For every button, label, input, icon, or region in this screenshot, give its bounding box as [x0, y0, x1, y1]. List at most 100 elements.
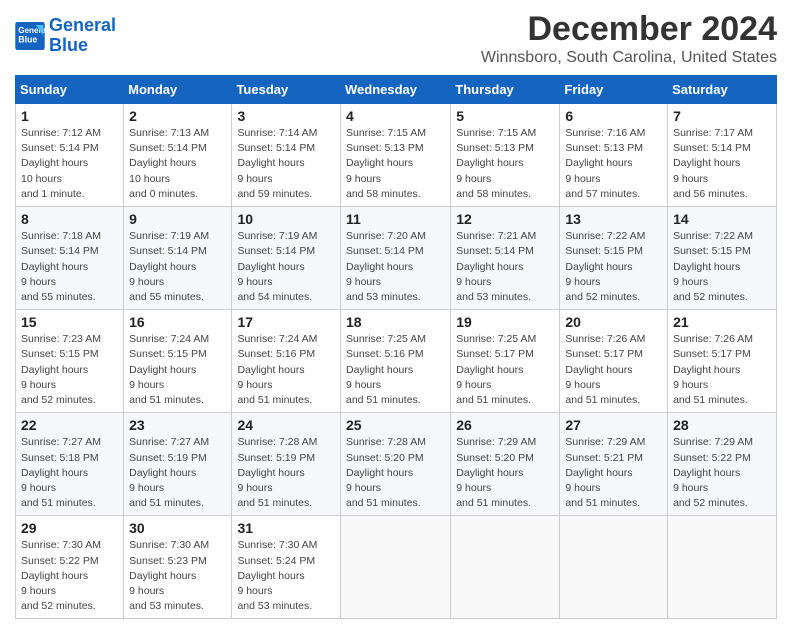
calendar-cell: 3 Sunrise: 7:14 AM Sunset: 5:14 PM Dayli…	[232, 104, 341, 207]
calendar-cell: 20 Sunrise: 7:26 AM Sunset: 5:17 PM Dayl…	[560, 310, 668, 413]
calendar-week-row: 29 Sunrise: 7:30 AM Sunset: 5:22 PM Dayl…	[16, 516, 777, 619]
day-info: Sunrise: 7:30 AM Sunset: 5:24 PM Dayligh…	[237, 538, 335, 614]
calendar-cell: 27 Sunrise: 7:29 AM Sunset: 5:21 PM Dayl…	[560, 413, 668, 516]
calendar-cell: 5 Sunrise: 7:15 AM Sunset: 5:13 PM Dayli…	[451, 104, 560, 207]
col-sunday: Sunday	[16, 76, 124, 104]
calendar-week-row: 15 Sunrise: 7:23 AM Sunset: 5:15 PM Dayl…	[16, 310, 777, 413]
day-number: 15	[21, 314, 118, 330]
calendar-cell: 18 Sunrise: 7:25 AM Sunset: 5:16 PM Dayl…	[341, 310, 451, 413]
day-number: 11	[346, 211, 445, 227]
day-number: 16	[129, 314, 226, 330]
calendar-cell: 28 Sunrise: 7:29 AM Sunset: 5:22 PM Dayl…	[668, 413, 777, 516]
col-wednesday: Wednesday	[341, 76, 451, 104]
day-number: 9	[129, 211, 226, 227]
day-number: 25	[346, 417, 445, 433]
calendar-cell	[451, 516, 560, 619]
day-number: 3	[237, 108, 335, 124]
day-number: 19	[456, 314, 554, 330]
day-info: Sunrise: 7:25 AM Sunset: 5:17 PM Dayligh…	[456, 332, 554, 408]
day-number: 18	[346, 314, 445, 330]
day-info: Sunrise: 7:23 AM Sunset: 5:15 PM Dayligh…	[21, 332, 118, 408]
day-info: Sunrise: 7:19 AM Sunset: 5:14 PM Dayligh…	[237, 229, 335, 305]
day-info: Sunrise: 7:14 AM Sunset: 5:14 PM Dayligh…	[237, 126, 335, 202]
calendar-cell: 22 Sunrise: 7:27 AM Sunset: 5:18 PM Dayl…	[16, 413, 124, 516]
day-number: 13	[565, 211, 662, 227]
day-info: Sunrise: 7:26 AM Sunset: 5:17 PM Dayligh…	[673, 332, 771, 408]
day-number: 10	[237, 211, 335, 227]
day-info: Sunrise: 7:30 AM Sunset: 5:22 PM Dayligh…	[21, 538, 118, 614]
day-number: 28	[673, 417, 771, 433]
calendar-week-row: 22 Sunrise: 7:27 AM Sunset: 5:18 PM Dayl…	[16, 413, 777, 516]
day-info: Sunrise: 7:29 AM Sunset: 5:20 PM Dayligh…	[456, 435, 554, 511]
calendar-week-row: 1 Sunrise: 7:12 AM Sunset: 5:14 PM Dayli…	[16, 104, 777, 207]
day-info: Sunrise: 7:26 AM Sunset: 5:17 PM Dayligh…	[565, 332, 662, 408]
day-number: 23	[129, 417, 226, 433]
calendar-cell: 9 Sunrise: 7:19 AM Sunset: 5:14 PM Dayli…	[124, 207, 232, 310]
logo-name: GeneralBlue	[49, 16, 116, 56]
day-number: 2	[129, 108, 226, 124]
calendar-cell: 8 Sunrise: 7:18 AM Sunset: 5:14 PM Dayli…	[16, 207, 124, 310]
day-number: 24	[237, 417, 335, 433]
col-monday: Monday	[124, 76, 232, 104]
calendar-cell: 11 Sunrise: 7:20 AM Sunset: 5:14 PM Dayl…	[341, 207, 451, 310]
day-number: 6	[565, 108, 662, 124]
day-number: 22	[21, 417, 118, 433]
day-info: Sunrise: 7:28 AM Sunset: 5:20 PM Dayligh…	[346, 435, 445, 511]
day-info: Sunrise: 7:12 AM Sunset: 5:14 PM Dayligh…	[21, 126, 118, 202]
svg-text:Blue: Blue	[18, 34, 37, 44]
day-number: 14	[673, 211, 771, 227]
calendar-cell: 14 Sunrise: 7:22 AM Sunset: 5:15 PM Dayl…	[668, 207, 777, 310]
day-info: Sunrise: 7:19 AM Sunset: 5:14 PM Dayligh…	[129, 229, 226, 305]
calendar-cell: 12 Sunrise: 7:21 AM Sunset: 5:14 PM Dayl…	[451, 207, 560, 310]
calendar-cell: 29 Sunrise: 7:30 AM Sunset: 5:22 PM Dayl…	[16, 516, 124, 619]
calendar-cell: 19 Sunrise: 7:25 AM Sunset: 5:17 PM Dayl…	[451, 310, 560, 413]
calendar-cell: 25 Sunrise: 7:28 AM Sunset: 5:20 PM Dayl…	[341, 413, 451, 516]
calendar-cell	[560, 516, 668, 619]
day-info: Sunrise: 7:17 AM Sunset: 5:14 PM Dayligh…	[673, 126, 771, 202]
calendar-cell: 16 Sunrise: 7:24 AM Sunset: 5:15 PM Dayl…	[124, 310, 232, 413]
day-number: 1	[21, 108, 118, 124]
calendar-cell: 30 Sunrise: 7:30 AM Sunset: 5:23 PM Dayl…	[124, 516, 232, 619]
day-info: Sunrise: 7:27 AM Sunset: 5:19 PM Dayligh…	[129, 435, 226, 511]
day-number: 8	[21, 211, 118, 227]
header: General Blue GeneralBlue December 2024 W…	[15, 10, 777, 67]
day-number: 31	[237, 520, 335, 536]
day-number: 29	[21, 520, 118, 536]
day-number: 30	[129, 520, 226, 536]
calendar-cell	[341, 516, 451, 619]
day-number: 4	[346, 108, 445, 124]
day-number: 26	[456, 417, 554, 433]
day-info: Sunrise: 7:27 AM Sunset: 5:18 PM Dayligh…	[21, 435, 118, 511]
day-info: Sunrise: 7:21 AM Sunset: 5:14 PM Dayligh…	[456, 229, 554, 305]
calendar-cell: 26 Sunrise: 7:29 AM Sunset: 5:20 PM Dayl…	[451, 413, 560, 516]
day-info: Sunrise: 7:22 AM Sunset: 5:15 PM Dayligh…	[565, 229, 662, 305]
calendar-cell: 7 Sunrise: 7:17 AM Sunset: 5:14 PM Dayli…	[668, 104, 777, 207]
calendar-cell: 2 Sunrise: 7:13 AM Sunset: 5:14 PM Dayli…	[124, 104, 232, 207]
day-info: Sunrise: 7:24 AM Sunset: 5:16 PM Dayligh…	[237, 332, 335, 408]
col-saturday: Saturday	[668, 76, 777, 104]
day-info: Sunrise: 7:28 AM Sunset: 5:19 PM Dayligh…	[237, 435, 335, 511]
day-number: 27	[565, 417, 662, 433]
day-number: 12	[456, 211, 554, 227]
col-tuesday: Tuesday	[232, 76, 341, 104]
title-area: December 2024 Winnsboro, South Carolina,…	[481, 10, 777, 67]
day-info: Sunrise: 7:22 AM Sunset: 5:15 PM Dayligh…	[673, 229, 771, 305]
calendar-cell: 31 Sunrise: 7:30 AM Sunset: 5:24 PM Dayl…	[232, 516, 341, 619]
day-info: Sunrise: 7:29 AM Sunset: 5:21 PM Dayligh…	[565, 435, 662, 511]
day-info: Sunrise: 7:15 AM Sunset: 5:13 PM Dayligh…	[456, 126, 554, 202]
calendar-cell: 15 Sunrise: 7:23 AM Sunset: 5:15 PM Dayl…	[16, 310, 124, 413]
logo: General Blue GeneralBlue	[15, 16, 116, 56]
day-number: 5	[456, 108, 554, 124]
main-title: December 2024	[481, 10, 777, 49]
calendar-cell: 4 Sunrise: 7:15 AM Sunset: 5:13 PM Dayli…	[341, 104, 451, 207]
day-info: Sunrise: 7:30 AM Sunset: 5:23 PM Dayligh…	[129, 538, 226, 614]
calendar-cell: 17 Sunrise: 7:24 AM Sunset: 5:16 PM Dayl…	[232, 310, 341, 413]
day-info: Sunrise: 7:20 AM Sunset: 5:14 PM Dayligh…	[346, 229, 445, 305]
day-number: 21	[673, 314, 771, 330]
day-info: Sunrise: 7:15 AM Sunset: 5:13 PM Dayligh…	[346, 126, 445, 202]
calendar-cell: 23 Sunrise: 7:27 AM Sunset: 5:19 PM Dayl…	[124, 413, 232, 516]
logo-icon: General Blue	[15, 22, 45, 50]
day-info: Sunrise: 7:13 AM Sunset: 5:14 PM Dayligh…	[129, 126, 226, 202]
calendar-cell: 10 Sunrise: 7:19 AM Sunset: 5:14 PM Dayl…	[232, 207, 341, 310]
col-friday: Friday	[560, 76, 668, 104]
